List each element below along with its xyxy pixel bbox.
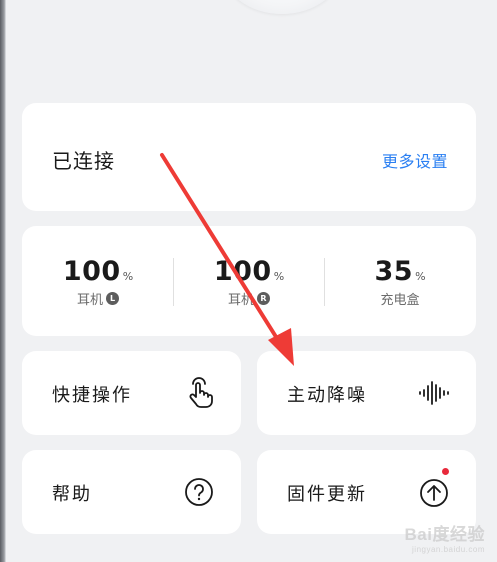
question-circle-icon: [185, 478, 213, 506]
tile-label: 固件更新: [287, 484, 367, 505]
battery-case: 35% 充电盒: [324, 256, 476, 308]
battery-unit: %: [273, 270, 285, 283]
watermark-text: Bai度经验: [404, 525, 485, 544]
battery-unit: %: [122, 270, 134, 283]
update-badge-dot: [442, 468, 449, 475]
noise-cancel-tile[interactable]: 主动降噪: [257, 351, 476, 435]
connection-status: 已连接: [52, 149, 115, 173]
connection-card: 已连接 更多设置: [22, 103, 476, 211]
battery-label: 充电盒: [380, 293, 420, 308]
battery-label: 耳机: [76, 293, 103, 308]
tile-label: 帮助: [52, 484, 92, 505]
quick-actions-tile[interactable]: 快捷操作: [22, 351, 241, 435]
left-edge-shadow: [0, 0, 6, 562]
watermark-sub: jingyan.baidu.com: [412, 545, 485, 554]
battery-value: 35: [374, 256, 414, 287]
help-tile[interactable]: 帮助: [22, 450, 241, 534]
tap-gesture-icon: [189, 377, 213, 408]
earbuds-image: [222, 0, 342, 14]
battery-left-earbud: 100% 耳机 L: [22, 256, 174, 308]
tile-label: 主动降噪: [287, 385, 367, 406]
battery-value: 100: [213, 256, 272, 287]
watermark: Bai度经验 jingyan.baidu.com: [405, 520, 485, 554]
tile-label: 快捷操作: [52, 385, 132, 406]
right-badge-icon: R: [257, 292, 270, 305]
battery-card: 100% 耳机 L 100% 耳机 R 35% 充电盒: [22, 226, 476, 336]
more-settings-link[interactable]: 更多设置: [382, 148, 448, 172]
sound-wave-icon: [419, 381, 449, 405]
battery-value: 100: [62, 256, 121, 287]
left-badge-icon: L: [106, 292, 119, 305]
upload-circle-icon: [420, 479, 448, 507]
battery-unit: %: [415, 270, 426, 283]
battery-label: 耳机: [227, 293, 254, 308]
battery-right-earbud: 100% 耳机 R: [173, 256, 325, 308]
